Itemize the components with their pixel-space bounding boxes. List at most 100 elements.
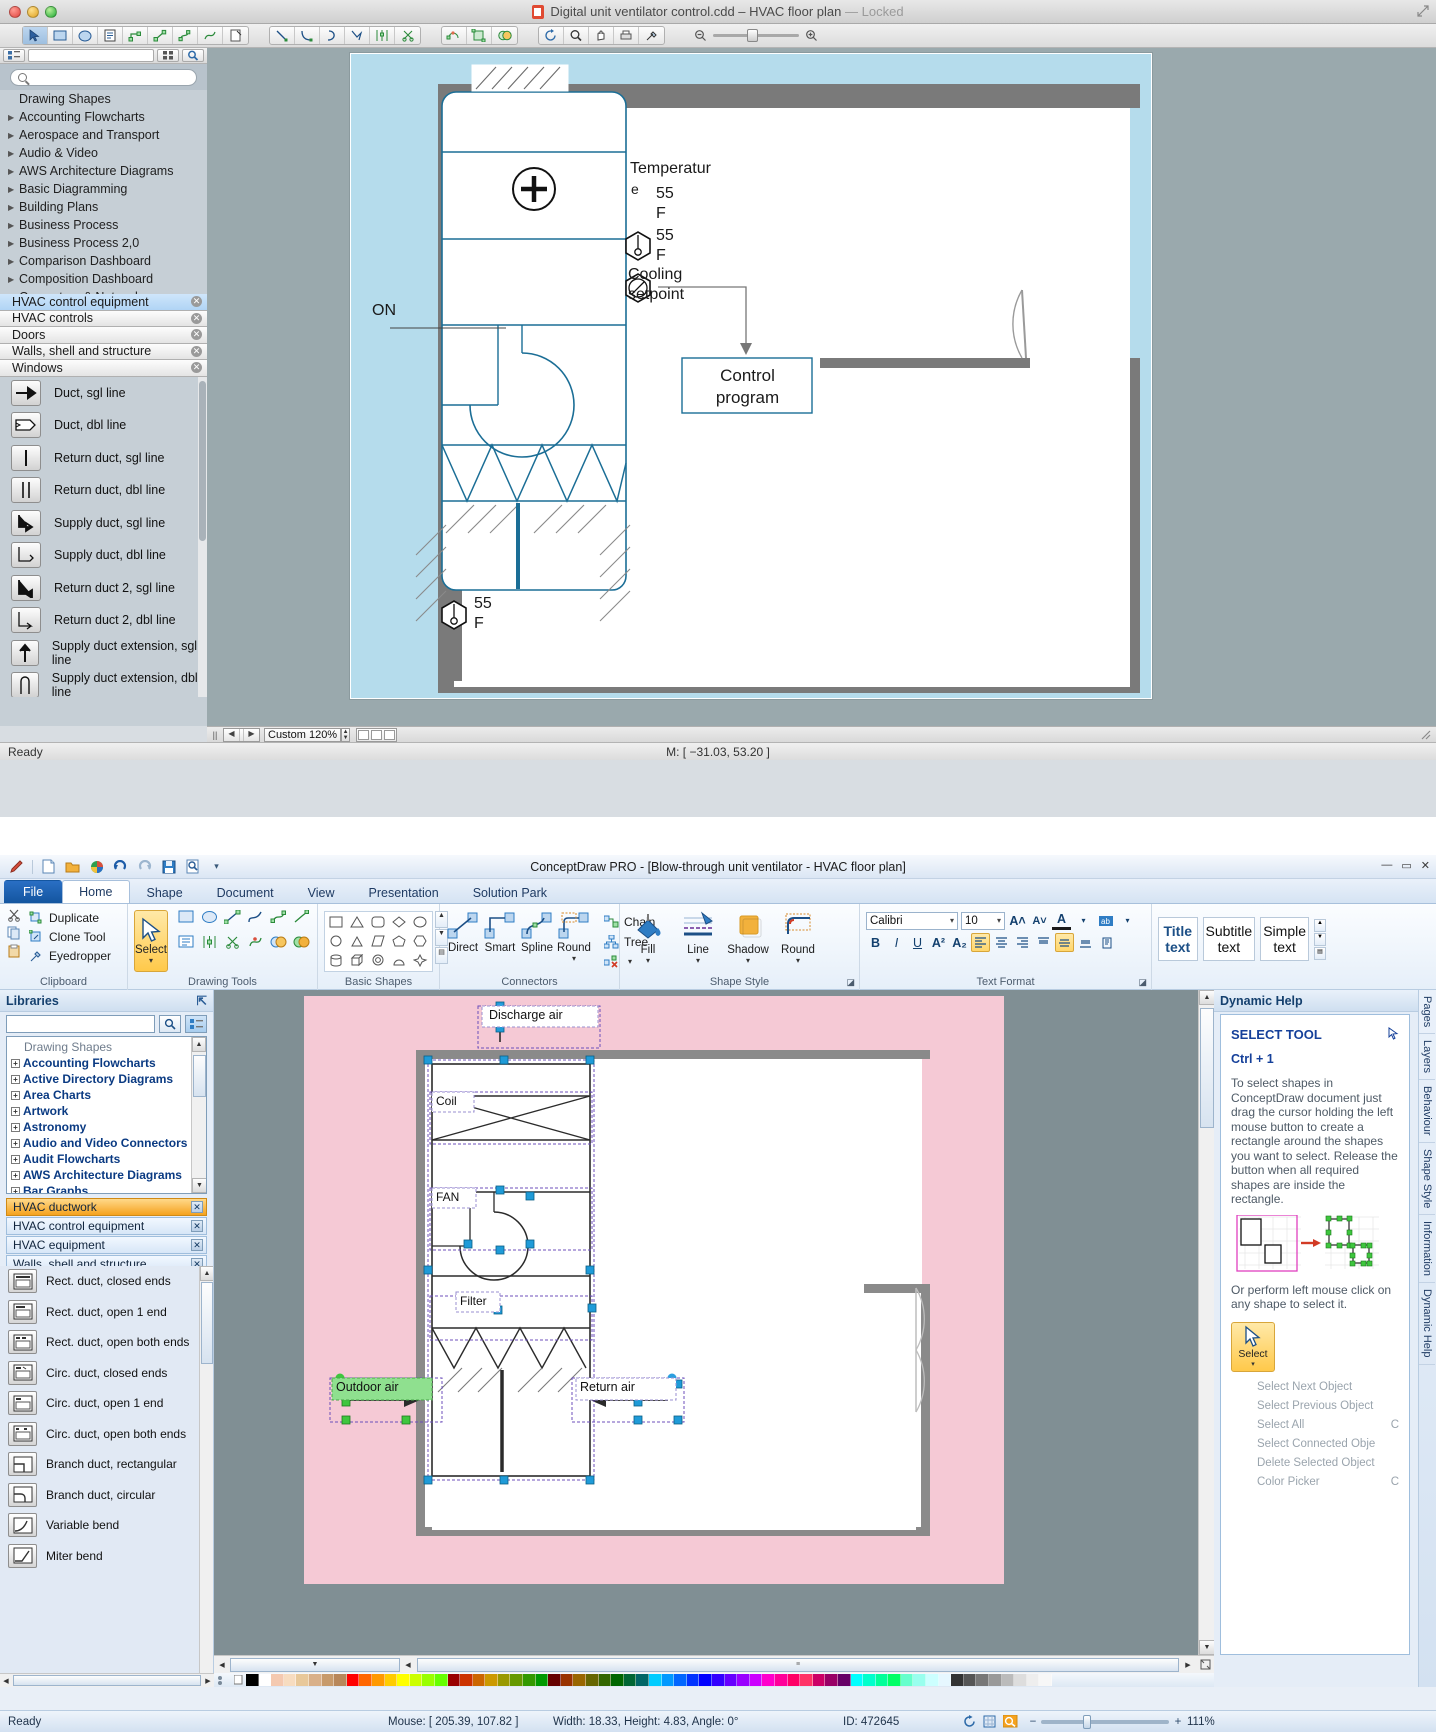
help-menu-item-4[interactable]: Delete Selected Object (1231, 1454, 1399, 1473)
underline-button[interactable]: U (908, 933, 927, 952)
shape-item-3[interactable]: Return duct, dbl line (0, 474, 207, 507)
simple-text-style[interactable]: Simple text (1260, 917, 1309, 961)
shape-ellipse-icon[interactable] (410, 913, 431, 932)
subtract-icon[interactable] (492, 27, 517, 44)
zoom-slider-group[interactable] (694, 29, 818, 42)
quick-access-toolbar[interactable]: ▾ ConceptDraw PRO - [Blow-through unit v… (0, 855, 1436, 879)
scissors-icon[interactable] (224, 935, 247, 960)
bold-button[interactable]: B (866, 933, 885, 952)
view-mode-buttons[interactable] (356, 728, 397, 742)
tab-shape[interactable]: Shape (130, 882, 200, 903)
color-swatch-48[interactable] (851, 1674, 864, 1686)
shape-item-7[interactable]: Return duct 2, dbl line (0, 604, 207, 637)
shape-palette-scrollbar[interactable] (198, 377, 207, 697)
page-pause-icon[interactable]: || (207, 730, 223, 740)
shape-item-2[interactable]: Return duct, sgl line (0, 442, 207, 475)
expand-icon[interactable]: + (11, 1059, 20, 1068)
shape-palette[interactable]: Duct, sgl line Duct, dbl line Return duc… (0, 377, 207, 697)
expand-icon[interactable]: + (11, 1091, 20, 1100)
help-context-menu[interactable]: Select Next Object Select Previous Objec… (1231, 1378, 1399, 1492)
close-icon[interactable]: ✕ (191, 1201, 203, 1213)
cd-tree-item-4[interactable]: + Artwork (7, 1103, 206, 1119)
color-swatch-33[interactable] (662, 1674, 675, 1686)
cd-shape-item-6[interactable]: Branch duct, rectangular (0, 1449, 213, 1480)
resize-grip[interactable] (1419, 728, 1433, 742)
scissors-icon[interactable] (395, 27, 420, 44)
close-icon[interactable]: ✕ (191, 346, 202, 357)
select-tool-button[interactable]: Select ▾ (134, 910, 168, 972)
cd-library-tab-1[interactable]: HVAC control equipment ✕ (6, 1217, 207, 1235)
shape-triangle-icon[interactable] (347, 913, 368, 932)
library-tab-3[interactable]: Walls, shell and structure ✕ (0, 344, 207, 361)
shape-parallelogram-icon[interactable] (368, 932, 389, 951)
color-swatch-19[interactable] (485, 1674, 498, 1686)
rectangle-icon[interactable] (48, 27, 73, 44)
cd-tree-item-9[interactable]: + Bar Graphs (7, 1183, 206, 1194)
curve-connector-icon[interactable] (173, 27, 198, 44)
color-swatch-35[interactable] (687, 1674, 700, 1686)
decrease-font-icon[interactable]: A˅ (1030, 911, 1049, 930)
help-select-button[interactable]: Select ▾ (1231, 1322, 1275, 1372)
expand-icon[interactable]: + (11, 1187, 20, 1195)
arc-icon[interactable] (295, 27, 320, 44)
font-color-dropdown-icon[interactable]: ▾ (1074, 911, 1093, 930)
canvas-scroll-right[interactable]: ▶ (1180, 1661, 1196, 1669)
color-swatch-57[interactable] (964, 1674, 977, 1686)
color-swatch-17[interactable] (460, 1674, 473, 1686)
cd-canvas[interactable]: Discharge air Coil FAN Filter Outdoor ai… (214, 990, 1198, 1655)
grid-icon[interactable] (983, 1715, 1003, 1728)
libraries-hscrollbar[interactable]: ◀ ▶ (0, 1673, 214, 1687)
open-libraries-list[interactable]: HVAC control equipment ✕ HVAC controls ✕… (0, 294, 207, 377)
library-tab-4[interactable]: Windows ✕ (0, 360, 207, 377)
tab-view[interactable]: View (291, 882, 352, 903)
cd-shape-item-5[interactable]: Circ. duct, open both ends (0, 1419, 213, 1450)
color-swatch-28[interactable] (599, 1674, 612, 1686)
library-tab-2[interactable]: Doors ✕ (0, 327, 207, 344)
color-swatch-9[interactable] (359, 1674, 372, 1686)
color-swatch-6[interactable] (322, 1674, 335, 1686)
palette-menu-icon[interactable] (230, 1675, 246, 1685)
canvas-vscroll-thumb[interactable] (1200, 1008, 1214, 1128)
shape-donut-icon[interactable] (368, 951, 389, 970)
tree-item-2[interactable]: ▶ Aerospace and Transport (0, 126, 207, 144)
align-right-icon[interactable] (1013, 933, 1032, 952)
side-tab-information[interactable]: Information (1419, 1215, 1435, 1283)
title-text-style[interactable]: Title text (1158, 917, 1198, 961)
eraser-icon[interactable] (223, 27, 248, 44)
text-format-dialog-launcher[interactable]: ◪ (1138, 977, 1147, 988)
shape-cylinder-icon[interactable] (326, 951, 347, 970)
shape-item-9[interactable]: Supply duct extension, dbl line (0, 669, 207, 697)
color-swatch-49[interactable] (863, 1674, 876, 1686)
bezier-icon[interactable] (247, 935, 270, 960)
expand-icon[interactable]: + (11, 1123, 20, 1132)
tree-item-7[interactable]: ▶ Business Process (0, 216, 207, 234)
expand-icon[interactable]: + (11, 1139, 20, 1148)
mac-horizontal-scroll-row[interactable]: || ◀ ▶ Custom 120% ▲▼ (207, 726, 1436, 742)
toolbar-group-lines[interactable] (269, 26, 421, 45)
zoom-out-icon[interactable] (694, 29, 707, 42)
superscript-icon[interactable]: A² (929, 933, 948, 952)
duplicate-button[interactable]: Duplicate (28, 908, 111, 927)
color-swatch-46[interactable] (825, 1674, 838, 1686)
italic-button[interactable]: I (887, 933, 906, 952)
shape-square-icon[interactable] (326, 913, 347, 932)
fragment-icon[interactable] (293, 935, 316, 960)
zoom-out-button[interactable]: − (1025, 1716, 1041, 1728)
color-swatch-18[interactable] (473, 1674, 486, 1686)
color-swatch-3[interactable] (284, 1674, 297, 1686)
line-icon[interactable] (270, 27, 295, 44)
align-middle-icon[interactable] (1055, 933, 1074, 952)
expand-icon[interactable]: + (11, 1107, 20, 1116)
search-input[interactable] (10, 69, 197, 86)
subscript-icon[interactable]: A₂ (950, 933, 969, 952)
color-swatch-55[interactable] (939, 1674, 952, 1686)
cd-tree-item-7[interactable]: + Audit Flowcharts (7, 1151, 206, 1167)
zoom-level-field[interactable]: Custom 120% (264, 728, 341, 742)
color-swatch-15[interactable] (435, 1674, 448, 1686)
cd-tree-item-1[interactable]: + Accounting Flowcharts (7, 1055, 206, 1071)
cd-tree-item-0[interactable]: Drawing Shapes (7, 1039, 206, 1055)
toolbar-group-shapeops[interactable] (441, 26, 518, 45)
tree-scroll-up[interactable]: ▲ (192, 1037, 206, 1052)
cd-library-tab-2[interactable]: HVAC equipment ✕ (6, 1236, 207, 1254)
tab-presentation[interactable]: Presentation (352, 882, 456, 903)
